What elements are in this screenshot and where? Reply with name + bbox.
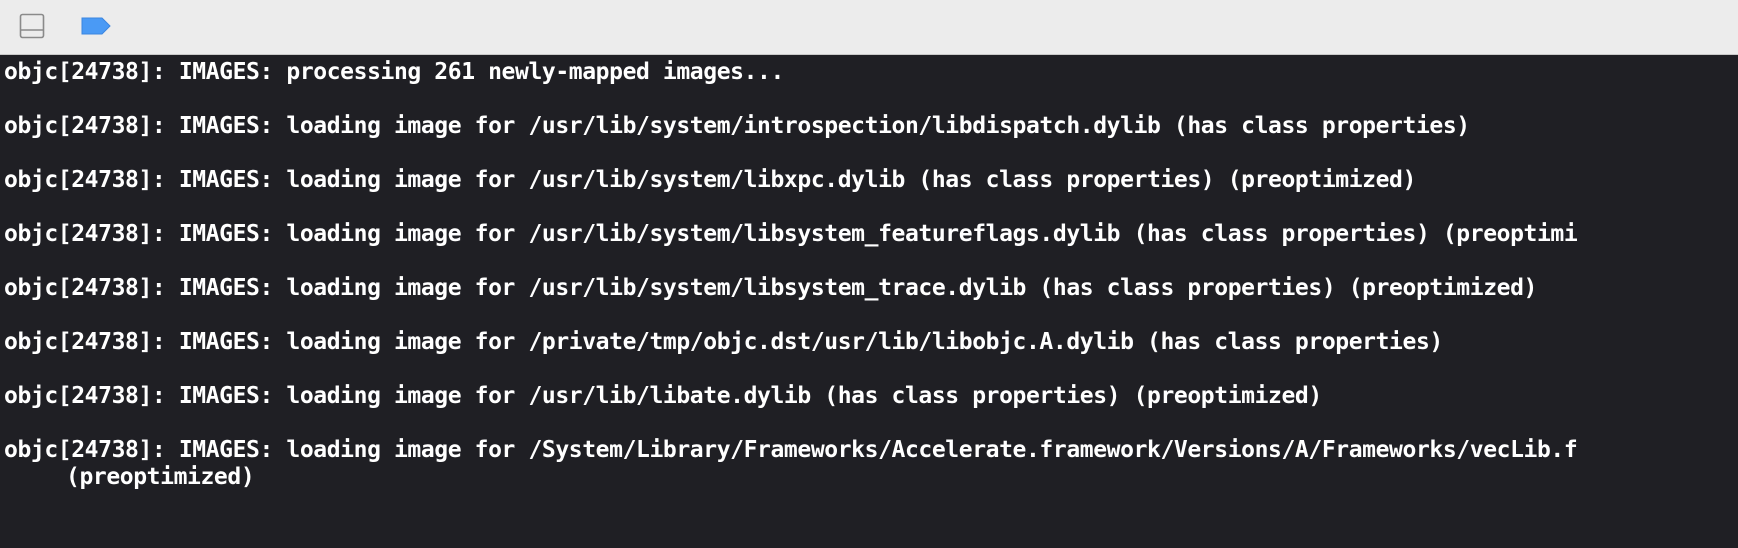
log-line-continuation: (preoptimized) (66, 464, 255, 490)
console-toolbar (0, 0, 1738, 55)
bottom-panel-toggle-icon (19, 13, 45, 39)
log-line: objc[24738]: IMAGES: loading image for /… (4, 275, 1537, 301)
log-line: objc[24738]: IMAGES: loading image for /… (4, 113, 1470, 139)
debug-console-window: objc[24738]: IMAGES: processing 261 newl… (0, 0, 1738, 548)
hide-debug-area-button[interactable] (17, 12, 47, 40)
log-line: objc[24738]: IMAGES: loading image for /… (4, 329, 1443, 355)
log-line: objc[24738]: IMAGES: processing 261 newl… (4, 59, 784, 85)
breakpoint-icon (81, 17, 111, 35)
log-line: objc[24738]: IMAGES: loading image for /… (4, 221, 1578, 247)
log-line: objc[24738]: IMAGES: loading image for /… (4, 167, 1416, 193)
log-line: objc[24738]: IMAGES: loading image for /… (4, 383, 1322, 409)
log-line: objc[24738]: IMAGES: loading image for /… (4, 437, 1578, 463)
console-output[interactable]: objc[24738]: IMAGES: processing 261 newl… (0, 56, 1738, 548)
breakpoints-toggle-button[interactable] (78, 12, 114, 40)
